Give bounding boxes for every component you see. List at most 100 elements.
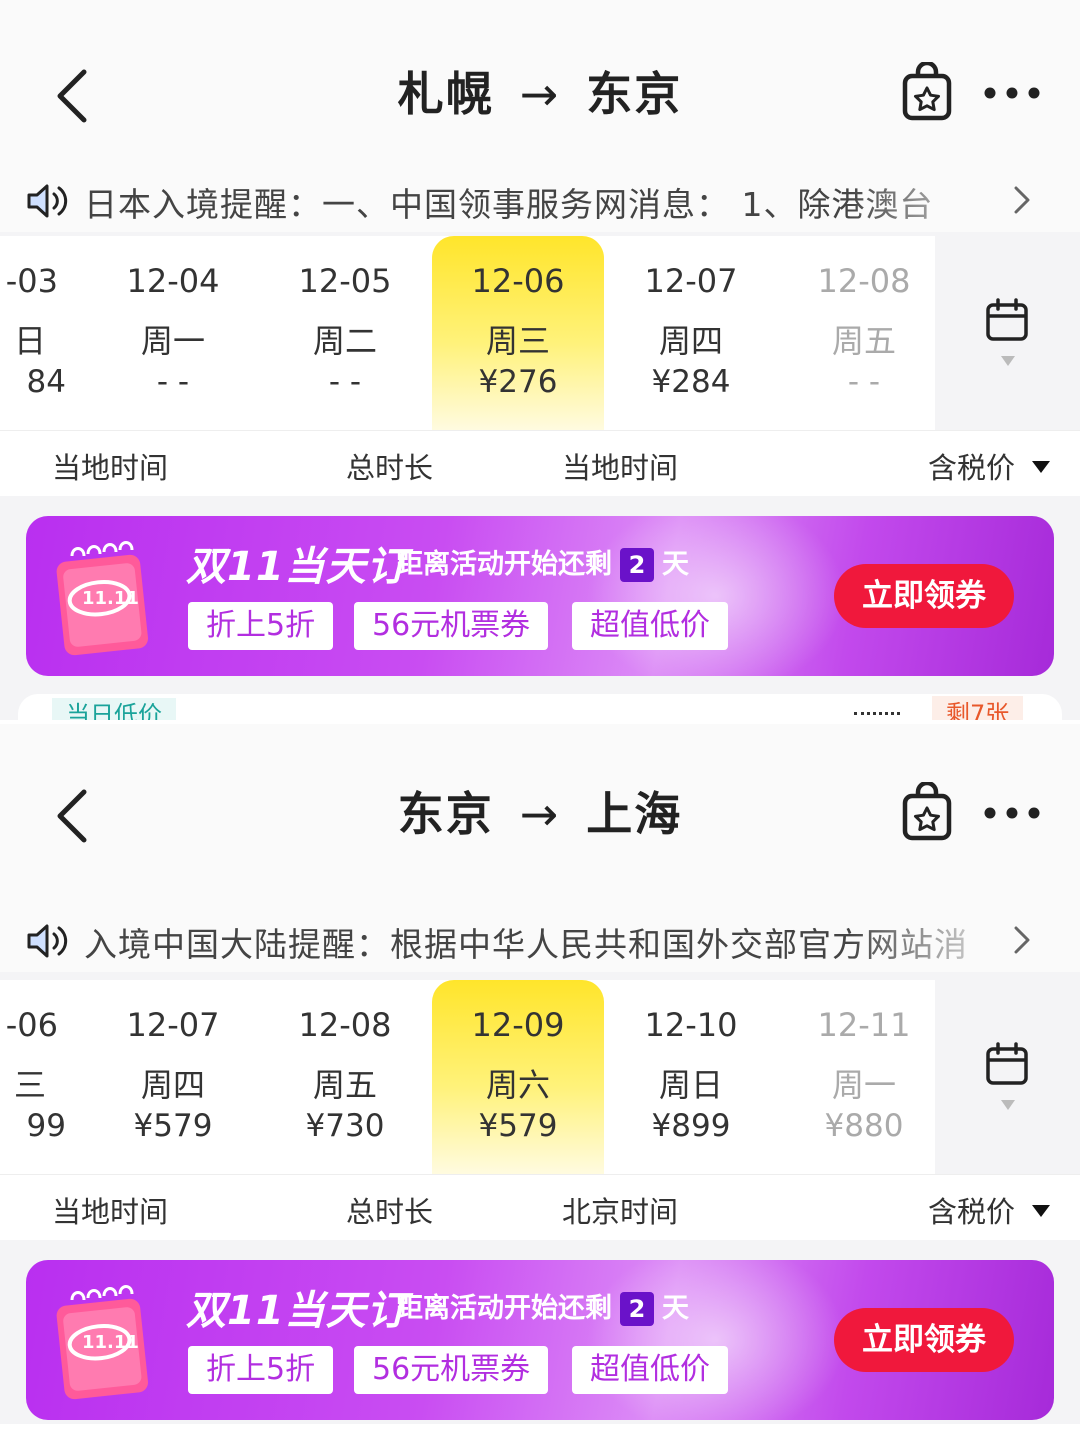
triangle-down-icon <box>1001 1100 1015 1110</box>
column-price-sort[interactable]: 含税价 <box>928 1189 1015 1231</box>
chevron-right-icon[interactable] <box>1010 920 1036 960</box>
column-duration[interactable]: 总时长 <box>346 1189 433 1231</box>
triangle-down-icon <box>1001 356 1015 366</box>
triangle-down-icon[interactable] <box>1032 1205 1050 1217</box>
date-label: 12-07 <box>644 262 738 300</box>
bag-star-icon[interactable] <box>900 782 954 842</box>
back-chevron-icon[interactable] <box>48 786 98 846</box>
route-title: 东京 → 上海 <box>300 778 780 844</box>
flight-card-peek[interactable]: 当日低价 剩7张 <box>18 694 1062 720</box>
banner-glow <box>586 1260 846 1420</box>
route-arrow: → <box>519 67 561 121</box>
route-from: 东京 <box>397 787 494 841</box>
route-from: 札幌 <box>397 67 494 121</box>
price-label: - - <box>847 364 881 400</box>
chevron-right-icon[interactable] <box>1010 180 1036 220</box>
more-dots-icon[interactable] <box>982 78 1042 108</box>
price-label: ¥579 <box>133 1108 213 1144</box>
date-cell[interactable]: 12-11 周一 ¥880 <box>778 980 935 1174</box>
flight-list-screen-tokyo-shanghai: 东京 → 上海 入境中国大陆提醒：根据中华人民共和国外交部官方网站消 -06 三 9… <box>0 724 1080 1444</box>
low-price-tag: 当日低价 <box>52 698 176 720</box>
column-price-sort[interactable]: 含税价 <box>928 445 1015 487</box>
route-title: 札幌 → 东京 <box>300 58 780 124</box>
notice-text: 入境中国大陆提醒：根据中华人民共和国外交部官方网站消 <box>84 925 968 964</box>
more-dots-icon[interactable] <box>982 798 1042 828</box>
column-arrive-time[interactable]: 北京时间 <box>562 1189 678 1231</box>
date-label: 12-06 <box>471 262 565 300</box>
date-label: 12-08 <box>298 1006 392 1044</box>
countdown-days: 2 <box>620 1292 654 1326</box>
price-label: - - <box>328 364 362 400</box>
flight-list-screen-sapporo-tokyo: 札幌 → 东京 日本入境提醒：一、中国领事服务网消息： 1、除港澳台 -03 日 8… <box>0 0 1080 720</box>
list-area-edge <box>0 1424 1080 1444</box>
price-label: ¥284 <box>651 364 731 400</box>
weekday-label: 周一 <box>140 322 205 360</box>
promo-countdown: 距离活动开始还剩 2 天 <box>396 1286 689 1326</box>
calendar-button[interactable] <box>935 236 1080 430</box>
promo-countdown: 距离活动开始还剩 2 天 <box>396 542 689 582</box>
claim-coupon-button[interactable]: 立即领券 <box>834 1308 1014 1372</box>
column-arrive-time[interactable]: 当地时间 <box>562 445 678 487</box>
calendar-icon <box>986 1042 1028 1085</box>
weekday-label: 周日 <box>658 1066 723 1104</box>
promo-banner[interactable]: 11.11 双11当天订 距离活动开始还剩 2 天 折上5折 56元机票券 超值低价… <box>26 516 1054 676</box>
promo-tag: 56元机票券 <box>354 1346 549 1394</box>
promo-tag: 折上5折 <box>188 602 334 650</box>
countdown-suffix: 天 <box>662 549 689 580</box>
date-label: 12-10 <box>644 1006 738 1044</box>
date-label: 12-11 <box>817 1006 911 1044</box>
notice-text: 日本入境提醒：一、中国领事服务网消息： 1、除港澳台 <box>84 185 934 224</box>
price-label: ¥276 <box>478 364 558 400</box>
bag-star-icon[interactable] <box>900 62 954 122</box>
back-chevron-icon[interactable] <box>48 66 98 126</box>
route-dash <box>854 712 900 715</box>
promo-tag: 超值低价 <box>572 602 728 650</box>
date-label: 12-09 <box>471 1006 565 1044</box>
calendar-11-label: 11.11 <box>82 588 139 609</box>
date-cell[interactable]: 12-08 周五 ¥730 <box>259 980 431 1174</box>
triangle-down-icon[interactable] <box>1032 461 1050 473</box>
weekday-label: 周五 <box>831 322 896 360</box>
date-label: 12-07 <box>126 1006 220 1044</box>
banner-glow <box>586 516 846 676</box>
date-label: 12-05 <box>298 262 392 300</box>
date-cell-selected[interactable]: 12-09 周六 ¥579 <box>432 980 604 1174</box>
column-header-bar: 当地时间 总时长 当地时间 含税价 <box>0 430 1080 496</box>
weekday-label: 周一 <box>831 1066 896 1104</box>
weekday-label: 周四 <box>658 322 723 360</box>
price-label: ¥880 <box>824 1108 904 1144</box>
route-to: 上海 <box>586 787 683 841</box>
promo-tag: 折上5折 <box>188 1346 334 1394</box>
promo-tag: 56元机票券 <box>354 602 549 650</box>
promo-title: 双11当天订 <box>186 1288 408 1334</box>
date-cell-selected[interactable]: 12-06 周三 ¥276 <box>432 236 604 430</box>
column-duration[interactable]: 总时长 <box>346 445 433 487</box>
speaker-icon <box>27 184 68 218</box>
calendar-button[interactable] <box>935 980 1080 1174</box>
price-label: - - <box>156 364 190 400</box>
claim-coupon-button[interactable]: 立即领券 <box>834 564 1014 628</box>
speaker-icon <box>27 924 68 958</box>
calendar-11-icon: 11.11 <box>56 1285 149 1400</box>
date-cell[interactable]: 12-05 周二 - - <box>259 236 431 430</box>
weekday-label: 周六 <box>485 1066 550 1104</box>
countdown-prefix: 距离活动开始还剩 <box>396 1293 612 1324</box>
column-depart-time[interactable]: 当地时间 <box>52 445 168 487</box>
date-cell[interactable]: 12-07 周四 ¥284 <box>605 236 777 430</box>
weekday-label: 周四 <box>140 1066 205 1104</box>
date-cell[interactable]: 12-04 周一 - - <box>87 236 259 430</box>
date-label: 12-04 <box>126 262 220 300</box>
column-depart-time[interactable]: 当地时间 <box>52 1189 168 1231</box>
promo-banner[interactable]: 11.11 双11当天订 距离活动开始还剩 2 天 折上5折 56元机票券 超值低价… <box>26 1260 1054 1420</box>
entry-notice-bar[interactable]: 日本入境提醒：一、中国领事服务网消息： 1、除港澳台 <box>0 170 1080 232</box>
date-cell[interactable]: 12-07 周四 ¥579 <box>87 980 259 1174</box>
date-cell[interactable]: 12-08 周五 - - <box>778 236 935 430</box>
weekday-label: 周三 <box>485 322 550 360</box>
price-label: ¥579 <box>478 1108 558 1144</box>
route-to: 东京 <box>586 67 683 121</box>
date-cell[interactable]: 12-10 周日 ¥899 <box>605 980 777 1174</box>
promo-tag: 超值低价 <box>572 1346 728 1394</box>
entry-notice-bar[interactable]: 入境中国大陆提醒：根据中华人民共和国外交部官方网站消 <box>0 910 1080 972</box>
date-strip: -03 日 84 12-04 周一 - - 12-05 周二 - - 12-06… <box>0 236 935 430</box>
column-header-bar: 当地时间 总时长 北京时间 含税价 <box>0 1174 1080 1240</box>
